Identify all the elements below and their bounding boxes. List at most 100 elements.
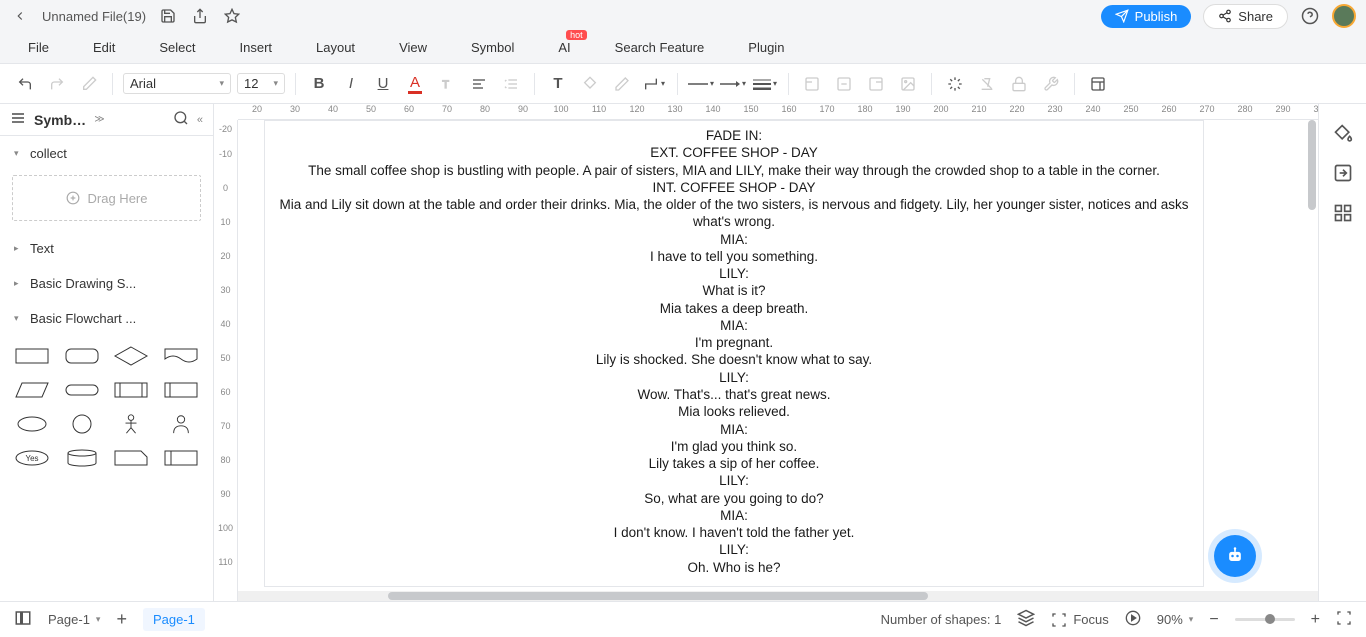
text-height-icon[interactable]: T bbox=[434, 71, 460, 97]
shape-rectangle[interactable] bbox=[10, 342, 54, 370]
doc-line[interactable]: Lily takes a sip of her coffee. bbox=[277, 455, 1191, 472]
shape-stadium[interactable] bbox=[60, 376, 104, 404]
shape-subprocess2[interactable] bbox=[159, 376, 203, 404]
shape-card[interactable] bbox=[110, 444, 154, 472]
doc-line[interactable]: Mia takes a deep breath. bbox=[277, 300, 1191, 317]
sidebar-cat-text[interactable]: ▸Text bbox=[0, 231, 213, 266]
export-icon[interactable] bbox=[190, 6, 210, 26]
connector-icon[interactable]: ▾ bbox=[641, 71, 667, 97]
image-left-icon[interactable] bbox=[799, 71, 825, 97]
menu-file[interactable]: File bbox=[28, 40, 49, 55]
line-spacing-icon[interactable] bbox=[498, 71, 524, 97]
zoom-slider[interactable] bbox=[1235, 618, 1295, 621]
underline-icon[interactable]: U bbox=[370, 71, 396, 97]
menu-layout[interactable]: Layout bbox=[316, 40, 355, 55]
lock-icon[interactable] bbox=[1006, 71, 1032, 97]
vertical-scrollbar[interactable] bbox=[1308, 120, 1316, 500]
doc-line[interactable]: LILY: bbox=[277, 541, 1191, 558]
doc-line[interactable]: I'm pregnant. bbox=[277, 334, 1191, 351]
doc-line[interactable]: Wow. That's... that's great news. bbox=[277, 386, 1191, 403]
sidebar-cat-collect[interactable]: ▾collect bbox=[0, 136, 213, 171]
save-icon[interactable] bbox=[158, 6, 178, 26]
publish-button[interactable]: Publish bbox=[1101, 5, 1192, 28]
menu-symbol[interactable]: Symbol bbox=[471, 40, 514, 55]
clear-format-icon[interactable] bbox=[974, 71, 1000, 97]
align-left-icon[interactable] bbox=[466, 71, 492, 97]
menu-ai[interactable]: AIhot bbox=[558, 40, 570, 55]
focus-toggle[interactable]: Focus bbox=[1051, 612, 1108, 628]
format-painter-icon[interactable] bbox=[76, 71, 102, 97]
doc-line[interactable]: I don't know. I haven't told the father … bbox=[277, 524, 1191, 541]
font-dropdown[interactable]: Arial▾ bbox=[123, 73, 231, 94]
image-right-icon[interactable] bbox=[863, 71, 889, 97]
page-list-icon[interactable] bbox=[14, 609, 32, 630]
help-icon[interactable] bbox=[1300, 6, 1320, 26]
add-page-button[interactable]: + bbox=[116, 609, 127, 630]
tools-icon[interactable] bbox=[1038, 71, 1064, 97]
doc-line[interactable]: Oh. Who is he? bbox=[277, 559, 1191, 576]
export-panel-icon[interactable] bbox=[1332, 162, 1354, 184]
doc-line[interactable]: FADE IN: bbox=[277, 127, 1191, 144]
shape-diamond[interactable] bbox=[110, 342, 154, 370]
page-list-dropdown[interactable]: Page-1▾ bbox=[48, 612, 100, 627]
shape-document[interactable] bbox=[159, 342, 203, 370]
font-color-icon[interactable]: A bbox=[402, 71, 428, 97]
shape-user[interactable] bbox=[159, 410, 203, 438]
layout-panel-icon[interactable] bbox=[1085, 71, 1111, 97]
menu-view[interactable]: View bbox=[399, 40, 427, 55]
image-center-icon[interactable] bbox=[831, 71, 857, 97]
sidebar-cat-basic-flowchart[interactable]: ▾Basic Flowchart ... bbox=[0, 301, 213, 336]
pencil-icon[interactable] bbox=[609, 71, 635, 97]
doc-line[interactable]: I'm glad you think so. bbox=[277, 438, 1191, 455]
zoom-in-icon[interactable]: + bbox=[1311, 611, 1320, 629]
shape-yes-pill[interactable]: Yes bbox=[10, 444, 54, 472]
doc-line[interactable]: LILY: bbox=[277, 472, 1191, 489]
insert-image-icon[interactable] bbox=[895, 71, 921, 97]
doc-line[interactable]: I have to tell you something. bbox=[277, 248, 1191, 265]
doc-line[interactable]: So, what are you going to do? bbox=[277, 490, 1191, 507]
effects-icon[interactable] bbox=[942, 71, 968, 97]
paint-bucket-icon[interactable] bbox=[1332, 122, 1354, 144]
share-button[interactable]: Share bbox=[1203, 4, 1288, 29]
menu-search-feature[interactable]: Search Feature bbox=[615, 40, 705, 55]
doc-line[interactable]: MIA: bbox=[277, 421, 1191, 438]
redo-icon[interactable] bbox=[44, 71, 70, 97]
canvas-area[interactable]: 2030405060708090100110120130140150160170… bbox=[214, 104, 1318, 601]
menu-insert[interactable]: Insert bbox=[240, 40, 273, 55]
zoom-dropdown[interactable]: 90%▾ bbox=[1157, 612, 1194, 627]
font-size-dropdown[interactable]: 12▾ bbox=[237, 73, 285, 94]
doc-line[interactable]: MIA: bbox=[277, 231, 1191, 248]
doc-line[interactable]: Mia looks relieved. bbox=[277, 403, 1191, 420]
fullscreen-icon[interactable] bbox=[1336, 610, 1352, 629]
italic-icon[interactable]: I bbox=[338, 71, 364, 97]
doc-line[interactable]: MIA: bbox=[277, 317, 1191, 334]
back-icon[interactable] bbox=[10, 6, 30, 26]
menu-edit[interactable]: Edit bbox=[93, 40, 115, 55]
chevron-down-icon[interactable]: ≫ bbox=[94, 114, 104, 125]
text-tool-icon[interactable]: T bbox=[545, 71, 571, 97]
bold-icon[interactable]: B bbox=[306, 71, 332, 97]
shape-parallelogram[interactable] bbox=[10, 376, 54, 404]
doc-line[interactable]: The small coffee shop is bustling with p… bbox=[277, 162, 1191, 179]
document-page[interactable]: FADE IN:EXT. COFFEE SHOP - DAYThe small … bbox=[264, 120, 1204, 587]
menu-plugin[interactable]: Plugin bbox=[748, 40, 784, 55]
line-weight-icon[interactable]: ▾ bbox=[752, 71, 778, 97]
doc-line[interactable]: What is it? bbox=[277, 282, 1191, 299]
shape-cylinder[interactable] bbox=[60, 444, 104, 472]
menu-select[interactable]: Select bbox=[159, 40, 195, 55]
doc-line[interactable]: Lily is shocked. She doesn't know what t… bbox=[277, 351, 1191, 368]
doc-line[interactable]: LILY: bbox=[277, 369, 1191, 386]
shape-subprocess[interactable] bbox=[110, 376, 154, 404]
shape-storage[interactable] bbox=[159, 444, 203, 472]
doc-line[interactable]: MIA: bbox=[277, 507, 1191, 524]
doc-line[interactable]: EXT. COFFEE SHOP - DAY bbox=[277, 144, 1191, 161]
shape-rounded-rect[interactable] bbox=[60, 342, 104, 370]
shape-ellipse[interactable] bbox=[10, 410, 54, 438]
arrow-style-icon[interactable]: ▾ bbox=[720, 71, 746, 97]
play-icon[interactable] bbox=[1125, 610, 1141, 629]
avatar[interactable] bbox=[1332, 4, 1356, 28]
drag-here-zone[interactable]: Drag Here bbox=[12, 175, 201, 221]
zoom-out-icon[interactable]: − bbox=[1209, 611, 1218, 629]
doc-line[interactable]: Mia and Lily sit down at the table and o… bbox=[277, 196, 1191, 231]
page-tab-1[interactable]: Page-1 bbox=[143, 608, 205, 631]
